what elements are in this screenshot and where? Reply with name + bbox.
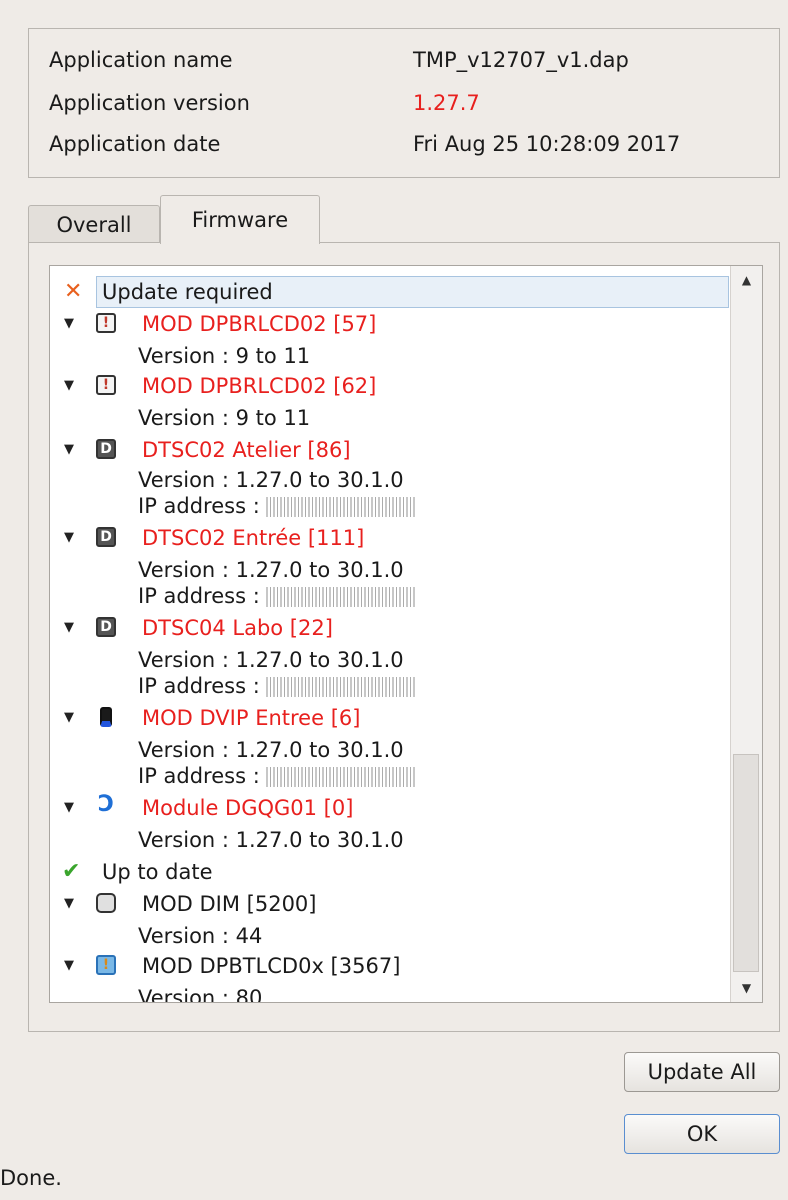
cross-icon: ✕ — [64, 279, 83, 304]
device-version: Version : 80 — [138, 986, 263, 1002]
app-name-label: Application name — [49, 48, 233, 72]
tree-item-device[interactable]: ▼ Ɔ Module DGQG01 [0] — [50, 792, 730, 824]
device-ip-row: IP address : — [50, 670, 730, 702]
ip-label: IP address : — [138, 494, 260, 518]
expand-arrow-icon[interactable]: ▼ — [64, 308, 74, 340]
device-version: Version : 9 to 11 — [138, 406, 311, 430]
intercom-icon — [100, 707, 112, 727]
device-version-row: Version : 44 — [50, 920, 730, 952]
update-all-button[interactable]: Update All — [624, 1052, 780, 1092]
device-version-row: Version : 1.27.0 to 30.1.0 — [50, 824, 730, 856]
group-label: Update required — [102, 280, 273, 304]
device-name: DTSC04 Labo [22] — [142, 616, 333, 640]
thermostat-icon: ! — [96, 955, 116, 975]
app-version-label: Application version — [49, 91, 250, 115]
expand-arrow-icon[interactable]: ▼ — [64, 792, 74, 824]
device-name: DTSC02 Entrée [111] — [142, 526, 365, 550]
device-version: Version : 1.27.0 to 30.1.0 — [138, 828, 404, 852]
redacted-ip — [266, 767, 417, 787]
ip-label: IP address : — [138, 764, 260, 788]
redacted-ip — [266, 497, 417, 517]
touchscreen-icon: D — [96, 527, 116, 547]
device-name: Module DGQG01 [0] — [142, 796, 354, 820]
device-name: MOD DVIP Entree [6] — [142, 706, 361, 730]
checkmark-icon: ✔ — [62, 859, 81, 884]
dimmer-icon — [96, 893, 116, 913]
scroll-down-icon[interactable]: ▼ — [731, 974, 762, 1002]
vertical-scrollbar[interactable]: ▲ ▼ — [730, 266, 762, 1002]
gateway-icon: Ɔ — [97, 792, 115, 817]
touchscreen-icon: D — [96, 617, 116, 637]
tree-item-device[interactable]: ▼ D DTSC04 Labo [22] — [50, 612, 730, 644]
device-version-row: Version : 9 to 11 — [50, 340, 730, 372]
scroll-up-icon[interactable]: ▲ — [731, 266, 762, 294]
app-version-row: Application version 1.27.7 — [49, 86, 769, 120]
device-ip-row: IP address : — [50, 760, 730, 792]
firmware-tree[interactable]: ✕ Update required ▼ ! MOD DPBRLCD02 [57]… — [49, 265, 763, 1003]
device-version: Version : 44 — [138, 924, 263, 948]
group-update-required[interactable]: ✕ Update required — [50, 276, 730, 308]
device-name: DTSC02 Atelier [86] — [142, 438, 351, 462]
group-label: Up to date — [102, 860, 213, 884]
application-info-panel: Application name TMP_v12707_v1.dap Appli… — [28, 28, 780, 178]
device-version: Version : 9 to 11 — [138, 344, 311, 368]
redacted-ip — [266, 677, 417, 697]
scrollbar-thumb[interactable] — [733, 754, 759, 972]
tab-firmware[interactable]: Firmware — [160, 195, 320, 244]
app-date-row: Application date Fri Aug 25 10:28:09 201… — [49, 127, 769, 161]
thermostat-icon: ! — [96, 375, 116, 395]
tree-item-device[interactable]: ▼ ! MOD DPBRLCD02 [57] — [50, 308, 730, 340]
ok-button[interactable]: OK — [624, 1114, 780, 1154]
tree-item-device[interactable]: ▼ ! MOD DPBTLCD0x [3567] — [50, 950, 730, 982]
device-name: MOD DPBTLCD0x [3567] — [142, 954, 401, 978]
tab-overall[interactable]: Overall — [28, 205, 160, 243]
device-name: MOD DPBRLCD02 [57] — [142, 312, 377, 336]
app-name-value: TMP_v12707_v1.dap — [413, 48, 629, 72]
expand-arrow-icon[interactable]: ▼ — [64, 434, 74, 466]
expand-arrow-icon[interactable]: ▼ — [64, 950, 74, 982]
ip-label: IP address : — [138, 674, 260, 698]
tree-item-device[interactable]: ▼ D DTSC02 Atelier [86] — [50, 434, 730, 466]
expand-arrow-icon[interactable]: ▼ — [64, 702, 74, 734]
device-name: MOD DIM [5200] — [142, 892, 317, 916]
tree-item-device[interactable]: ▼ MOD DIM [5200] — [50, 888, 730, 920]
tree-item-device[interactable]: ▼ D DTSC02 Entrée [111] — [50, 522, 730, 554]
device-name: MOD DPBRLCD02 [62] — [142, 374, 377, 398]
firmware-tab-panel: ✕ Update required ▼ ! MOD DPBRLCD02 [57]… — [28, 242, 780, 1032]
tree-item-device[interactable]: ▼ ! MOD DPBRLCD02 [62] — [50, 370, 730, 402]
touchscreen-icon: D — [96, 439, 116, 459]
app-version-value: 1.27.7 — [413, 91, 480, 115]
ip-label: IP address : — [138, 584, 260, 608]
redacted-ip — [266, 587, 417, 607]
app-name-row: Application name TMP_v12707_v1.dap — [49, 43, 769, 77]
expand-arrow-icon[interactable]: ▼ — [64, 888, 74, 920]
device-ip-row: IP address : — [50, 580, 730, 612]
expand-arrow-icon[interactable]: ▼ — [64, 612, 74, 644]
app-date-label: Application date — [49, 132, 221, 156]
tree-item-device[interactable]: ▼ MOD DVIP Entree [6] — [50, 702, 730, 734]
expand-arrow-icon[interactable]: ▼ — [64, 522, 74, 554]
device-version-row: Version : 80 — [50, 982, 730, 1002]
status-text: Done. — [0, 1166, 62, 1190]
device-version-row: Version : 9 to 11 — [50, 402, 730, 434]
expand-arrow-icon[interactable]: ▼ — [64, 370, 74, 402]
group-up-to-date[interactable]: ✔ Up to date — [50, 856, 730, 888]
thermostat-icon: ! — [96, 313, 116, 333]
device-ip-row: IP address : — [50, 490, 730, 522]
app-date-value: Fri Aug 25 10:28:09 2017 — [413, 132, 681, 156]
